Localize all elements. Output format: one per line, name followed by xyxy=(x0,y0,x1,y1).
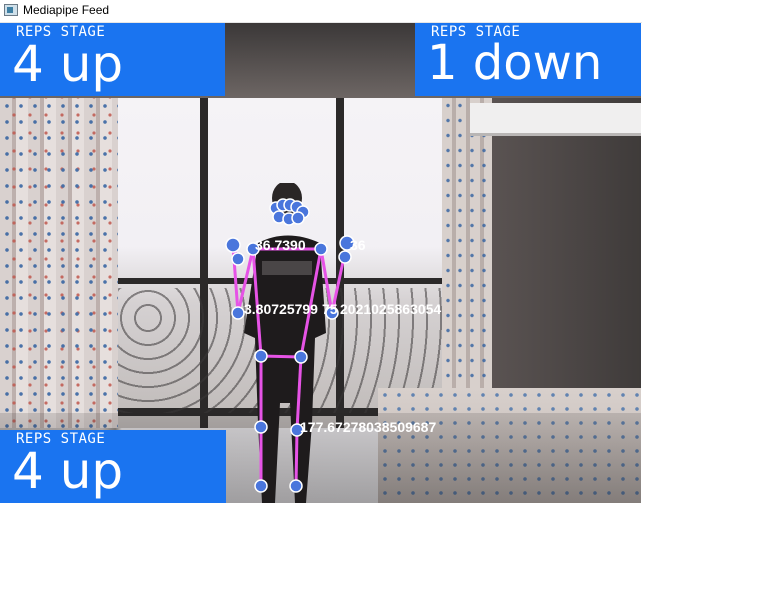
reps-panel-top-right: REPS STAGE 1 down xyxy=(415,23,641,96)
angle-label-left-elbow: 36.7390 xyxy=(255,237,306,253)
angle-label-knee: 177.67278038509687 xyxy=(300,419,436,435)
angle-label-right-elbow: 36 xyxy=(350,237,366,253)
skeleton-lines xyxy=(231,242,349,487)
reps-stage-value: 4 up xyxy=(12,442,124,500)
camera-feed: 36.7390 36 3.80725799 75 2021025863054 1… xyxy=(0,23,641,503)
angle-label-right-shoulder-a: 75 xyxy=(322,301,338,317)
title-bar[interactable]: Mediapipe Feed xyxy=(0,0,642,23)
mediapipe-window: Mediapipe Feed 36.7390 36 3.80725799 75 … xyxy=(0,0,642,503)
reps-panel-top-left: REPS STAGE 4 up xyxy=(0,23,225,96)
angle-label-right-shoulder: 2021025863054 xyxy=(340,301,441,317)
window-title: Mediapipe Feed xyxy=(23,3,110,17)
app-window-icon xyxy=(4,4,18,16)
reps-stage-value: 4 up xyxy=(12,35,124,93)
reps-stage-value: 1 down xyxy=(427,35,603,91)
angle-label-left-shoulder: 3.80725799 xyxy=(244,301,318,317)
reps-panel-bottom-left: REPS STAGE 4 up xyxy=(0,430,226,503)
